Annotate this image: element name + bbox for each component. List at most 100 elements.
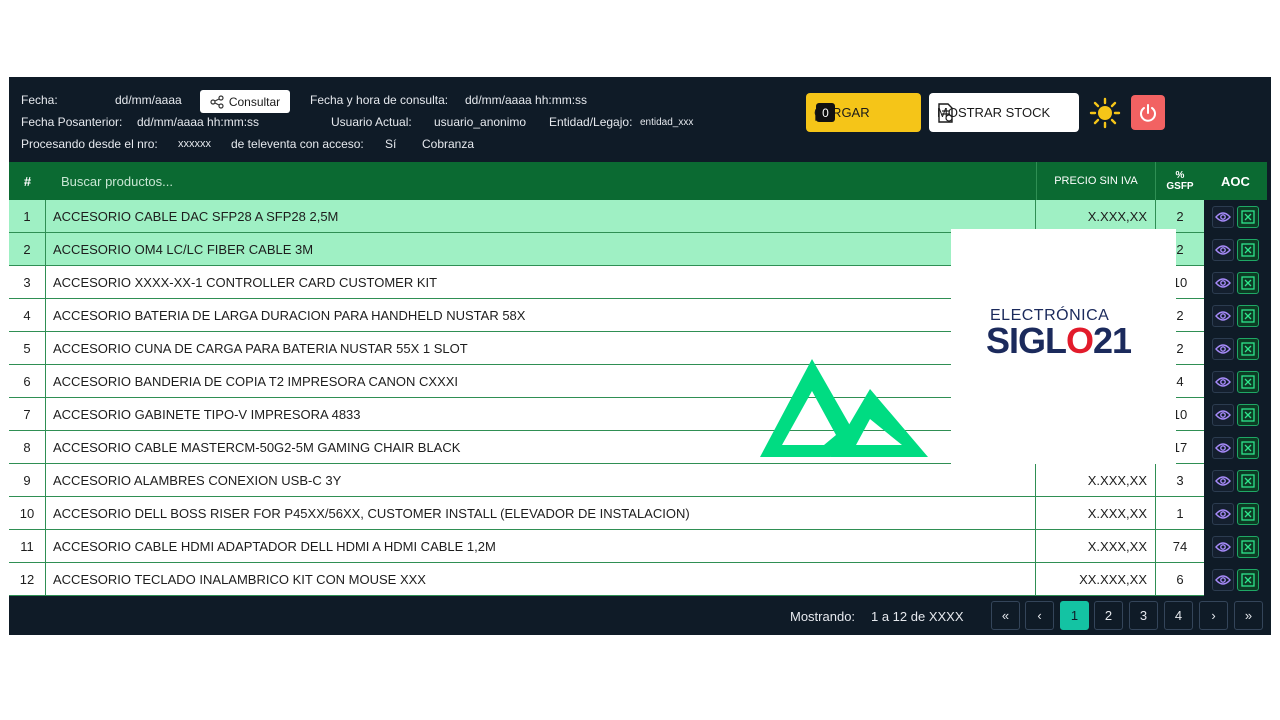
procesando-label: Procesando desde el nro:	[21, 137, 158, 151]
row-description: ACCESORIO ALAMBRES CONEXION USB-C 3Y	[46, 464, 1036, 496]
view-button[interactable]	[1212, 271, 1234, 294]
fecha-pos-value: dd/mm/aaaa hh:mm:ss	[137, 115, 260, 129]
excel-button[interactable]	[1237, 238, 1259, 261]
row-number: 8	[9, 431, 46, 463]
row-description: ACCESORIO BATERIA DE LARGA DURACION PARA…	[46, 299, 1036, 331]
share-icon	[210, 94, 224, 109]
table-row[interactable]: 11 ACCESORIO CABLE HDMI ADAPTADOR DELL HD…	[9, 530, 1267, 563]
brand-logo-line2: SIGLO21	[986, 320, 1132, 362]
spreadsheet-icon	[1241, 572, 1255, 587]
mostrar-stock-button[interactable]: MOSTRAR STOCK	[929, 93, 1079, 132]
procesando-value: xxxxxx	[178, 138, 211, 150]
cargar-button[interactable]: CARGAR 0	[806, 93, 921, 132]
eye-icon	[1215, 343, 1231, 354]
view-button[interactable]	[1212, 568, 1234, 591]
row-number: 1	[9, 200, 46, 232]
row-actions	[1204, 200, 1267, 233]
row-actions	[1204, 464, 1267, 497]
row-actions	[1204, 266, 1267, 299]
excel-button[interactable]	[1237, 436, 1259, 459]
row-actions	[1204, 299, 1267, 332]
view-button[interactable]	[1212, 337, 1234, 360]
row-description: ACCESORIO OM4 LC/LC FIBER CABLE 3M	[46, 233, 1036, 265]
mostrando-label: Mostrando:	[790, 609, 856, 624]
row-price: X.XXX,XX	[1036, 200, 1156, 232]
eye-icon	[1215, 277, 1231, 288]
eye-icon	[1215, 442, 1231, 453]
logout-button[interactable]	[1131, 95, 1165, 130]
eye-icon	[1215, 508, 1231, 519]
excel-button[interactable]	[1237, 403, 1259, 426]
row-actions	[1204, 530, 1267, 563]
excel-button[interactable]	[1237, 502, 1259, 525]
view-button[interactable]	[1212, 370, 1234, 393]
excel-button[interactable]	[1237, 370, 1259, 393]
col-num-header: #	[23, 173, 32, 189]
row-number: 5	[9, 332, 46, 364]
row-price: XX.XXX,XX	[1036, 563, 1156, 595]
row-actions	[1204, 497, 1267, 530]
page-2-button[interactable]: 2	[1094, 601, 1123, 630]
excel-button[interactable]	[1237, 271, 1259, 294]
spreadsheet-icon	[1241, 242, 1255, 257]
prev-page-button[interactable]: ‹	[1025, 601, 1054, 630]
view-button[interactable]	[1212, 535, 1234, 558]
page-4-button[interactable]: 4	[1164, 601, 1193, 630]
row-actions	[1204, 398, 1267, 431]
row-number: 3	[9, 266, 46, 298]
excel-button[interactable]	[1237, 568, 1259, 591]
view-button[interactable]	[1212, 403, 1234, 426]
excel-button[interactable]	[1237, 469, 1259, 492]
eye-icon	[1215, 211, 1231, 222]
row-price: X.XXX,XX	[1036, 530, 1156, 562]
consultar-button[interactable]: Consultar	[200, 90, 290, 113]
view-button[interactable]	[1212, 304, 1234, 327]
nuxt-logo-icon	[760, 359, 928, 457]
sun-icon[interactable]	[1089, 97, 1121, 129]
page-3-button[interactable]: 3	[1129, 601, 1158, 630]
televenta-value: Sí	[385, 137, 397, 151]
row-number: 11	[9, 530, 46, 562]
table-row[interactable]: 12 ACCESORIO TECLADO INALAMBRICO KIT CON …	[9, 563, 1267, 596]
last-page-button[interactable]: »	[1234, 601, 1263, 630]
fecha-value: dd/mm/aaaa	[115, 93, 182, 107]
row-number: 6	[9, 365, 46, 397]
spreadsheet-icon	[1241, 407, 1255, 422]
pagination-footer: Mostrando: 1 a 12 de XXXX « ‹ 1 2 3 4 › …	[9, 598, 1271, 635]
page-1-button[interactable]: 1	[1060, 601, 1089, 630]
next-page-button[interactable]: ›	[1199, 601, 1228, 630]
excel-button[interactable]	[1237, 535, 1259, 558]
brand-logo-o: O	[1066, 320, 1094, 361]
col-pct-label: GSFP	[1166, 181, 1194, 192]
excel-button[interactable]	[1237, 337, 1259, 360]
entidad-label: Entidad/Legajo:	[549, 115, 633, 129]
view-button[interactable]	[1212, 436, 1234, 459]
row-number: 9	[9, 464, 46, 496]
excel-button[interactable]	[1237, 205, 1259, 228]
eye-icon	[1215, 409, 1231, 420]
table-row[interactable]: 10 ACCESORIO DELL BOSS RISER FOR P45XX/56…	[9, 497, 1267, 530]
view-button[interactable]	[1212, 205, 1234, 228]
row-description: ACCESORIO XXXX-XX-1 CONTROLLER CARD CUST…	[46, 266, 1036, 298]
row-number: 10	[9, 497, 46, 529]
header-info: Fecha: dd/mm/aaaa Consultar Fecha y hora…	[9, 77, 1271, 161]
row-gsfp: 6	[1176, 571, 1184, 587]
table-row[interactable]: 9 ACCESORIO ALAMBRES CONEXION USB-C 3Y X.X…	[9, 464, 1267, 497]
view-button[interactable]	[1212, 469, 1234, 492]
view-button[interactable]	[1212, 502, 1234, 525]
row-gsfp: 2	[1176, 208, 1184, 224]
eye-icon	[1215, 541, 1231, 552]
spreadsheet-icon	[1241, 209, 1255, 224]
cart-count-badge: 0	[816, 103, 835, 122]
first-page-button[interactable]: «	[991, 601, 1020, 630]
fecha-hora-value: dd/mm/aaaa hh:mm:ss	[465, 93, 588, 107]
row-price: X.XXX,XX	[1036, 497, 1156, 529]
stock-label: MOSTRAR STOCK	[937, 105, 1051, 120]
excel-button[interactable]	[1237, 304, 1259, 327]
eye-icon	[1215, 310, 1231, 321]
search-input[interactable]	[47, 162, 1037, 200]
eye-icon	[1215, 244, 1231, 255]
row-number: 12	[9, 563, 46, 595]
view-button[interactable]	[1212, 238, 1234, 261]
row-actions	[1204, 563, 1267, 596]
